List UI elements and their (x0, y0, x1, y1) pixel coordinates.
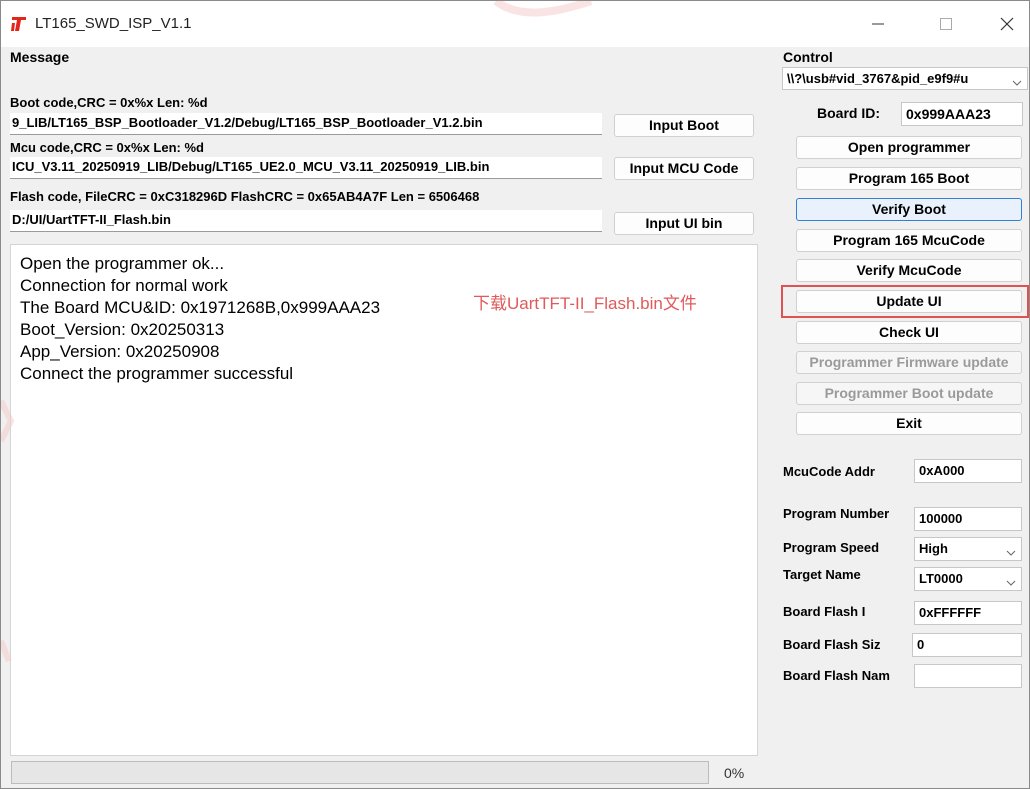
log-line: Boot_Version: 0x20250313 (20, 320, 225, 339)
program-speed-label: Program Speed (783, 540, 880, 555)
boot-path-field[interactable]: 9_LIB/LT165_BSP_Bootloader_V1.2/Debug/LT… (10, 113, 602, 135)
verify-mcucode-button[interactable]: Verify McuCode (796, 259, 1022, 282)
close-icon (1000, 17, 1014, 31)
program-165-boot-button[interactable]: Program 165 Boot (796, 167, 1022, 190)
lt-logo-icon (11, 15, 27, 33)
check-ui-button[interactable]: Check UI (796, 321, 1022, 344)
device-select[interactable]: \\?\usb#vid_3767&pid_e9f9#u (782, 67, 1028, 90)
chevron-down-icon (1006, 545, 1016, 560)
mcu-path-field[interactable]: ICU_V3.11_20250919_LIB/Debug/LT165_UE2.0… (10, 157, 602, 179)
board-id-label: Board ID: (817, 105, 880, 121)
boot-code-label: Boot code,CRC = 0x%x Len: %d (10, 95, 208, 110)
app-window: LT165_SWD_ISP_V1.1 Message Boot code,CRC… (0, 0, 1030, 789)
input-mcu-code-button[interactable]: Input MCU Code (614, 157, 754, 180)
board-id-field[interactable]: 0x999AAA23 (901, 102, 1023, 126)
input-ui-bin-button[interactable]: Input UI bin (614, 212, 754, 235)
title-bar: LT165_SWD_ISP_V1.1 (1, 1, 1029, 47)
message-group-caption: Message (10, 49, 70, 65)
device-select-value: \\?\usb#vid_3767&pid_e9f9#u (787, 71, 969, 86)
log-line: Connect the programmer successful (20, 364, 294, 383)
programmer-firmware-update-button[interactable]: Programmer Firmware update (796, 351, 1022, 374)
programmer-boot-update-button[interactable]: Programmer Boot update (796, 382, 1022, 405)
minimize-button[interactable] (858, 9, 898, 39)
target-name-select[interactable]: LT0000 (914, 567, 1022, 591)
mcu-code-label: Mcu code,CRC = 0x%x Len: %d (10, 140, 204, 155)
program-165-mcucode-button[interactable]: Program 165 McuCode (796, 229, 1022, 252)
log-line: App_Version: 0x20250908 (20, 342, 220, 361)
board-flash-id-field[interactable]: 0xFFFFFF (914, 601, 1022, 625)
board-flash-id-label: Board Flash I (783, 604, 866, 619)
minimize-icon (872, 23, 884, 25)
program-number-field[interactable]: 100000 (914, 507, 1022, 531)
program-speed-value: High (919, 541, 948, 556)
mcucode-addr-label: McuCode Addr (783, 464, 875, 479)
close-button[interactable] (987, 9, 1027, 39)
target-name-value: LT0000 (919, 571, 963, 586)
verify-boot-button[interactable]: Verify Boot (796, 198, 1022, 221)
progress-bar (11, 761, 709, 784)
mcucode-addr-field[interactable]: 0xA000 (914, 459, 1022, 483)
annotation-text: 下载UartTFT-II_Flash.bin文件 (473, 294, 697, 313)
maximize-button[interactable] (926, 9, 966, 39)
flash-code-label: Flash code, FileCRC = 0xC318296D FlashCR… (10, 189, 480, 204)
target-name-label: Target Name (783, 567, 861, 582)
message-log[interactable]: Open the programmer ok... Connection for… (10, 244, 758, 756)
maximize-icon (940, 18, 952, 30)
flash-path-field[interactable]: D:/UI/UartTFT-II_Flash.bin (10, 210, 602, 232)
board-flash-size-field[interactable]: 0 (912, 633, 1022, 657)
program-number-label: Program Number (783, 506, 890, 521)
log-line: Open the programmer ok... (20, 254, 225, 273)
control-group-caption: Control (783, 49, 833, 65)
open-programmer-button[interactable]: Open programmer (796, 136, 1022, 159)
program-speed-select[interactable]: High (914, 537, 1022, 561)
board-flash-name-field[interactable] (914, 664, 1022, 688)
exit-button[interactable]: Exit (796, 412, 1022, 435)
chevron-down-icon (1012, 75, 1022, 89)
board-flash-size-label: Board Flash Siz (783, 637, 881, 652)
board-flash-name-label: Board Flash Nam (783, 668, 890, 683)
chevron-down-icon (1006, 575, 1016, 590)
window-title: LT165_SWD_ISP_V1.1 (35, 15, 192, 32)
highlight-box (781, 285, 1029, 318)
progress-percent: 0% (724, 765, 745, 781)
input-boot-button[interactable]: Input Boot (614, 114, 754, 137)
